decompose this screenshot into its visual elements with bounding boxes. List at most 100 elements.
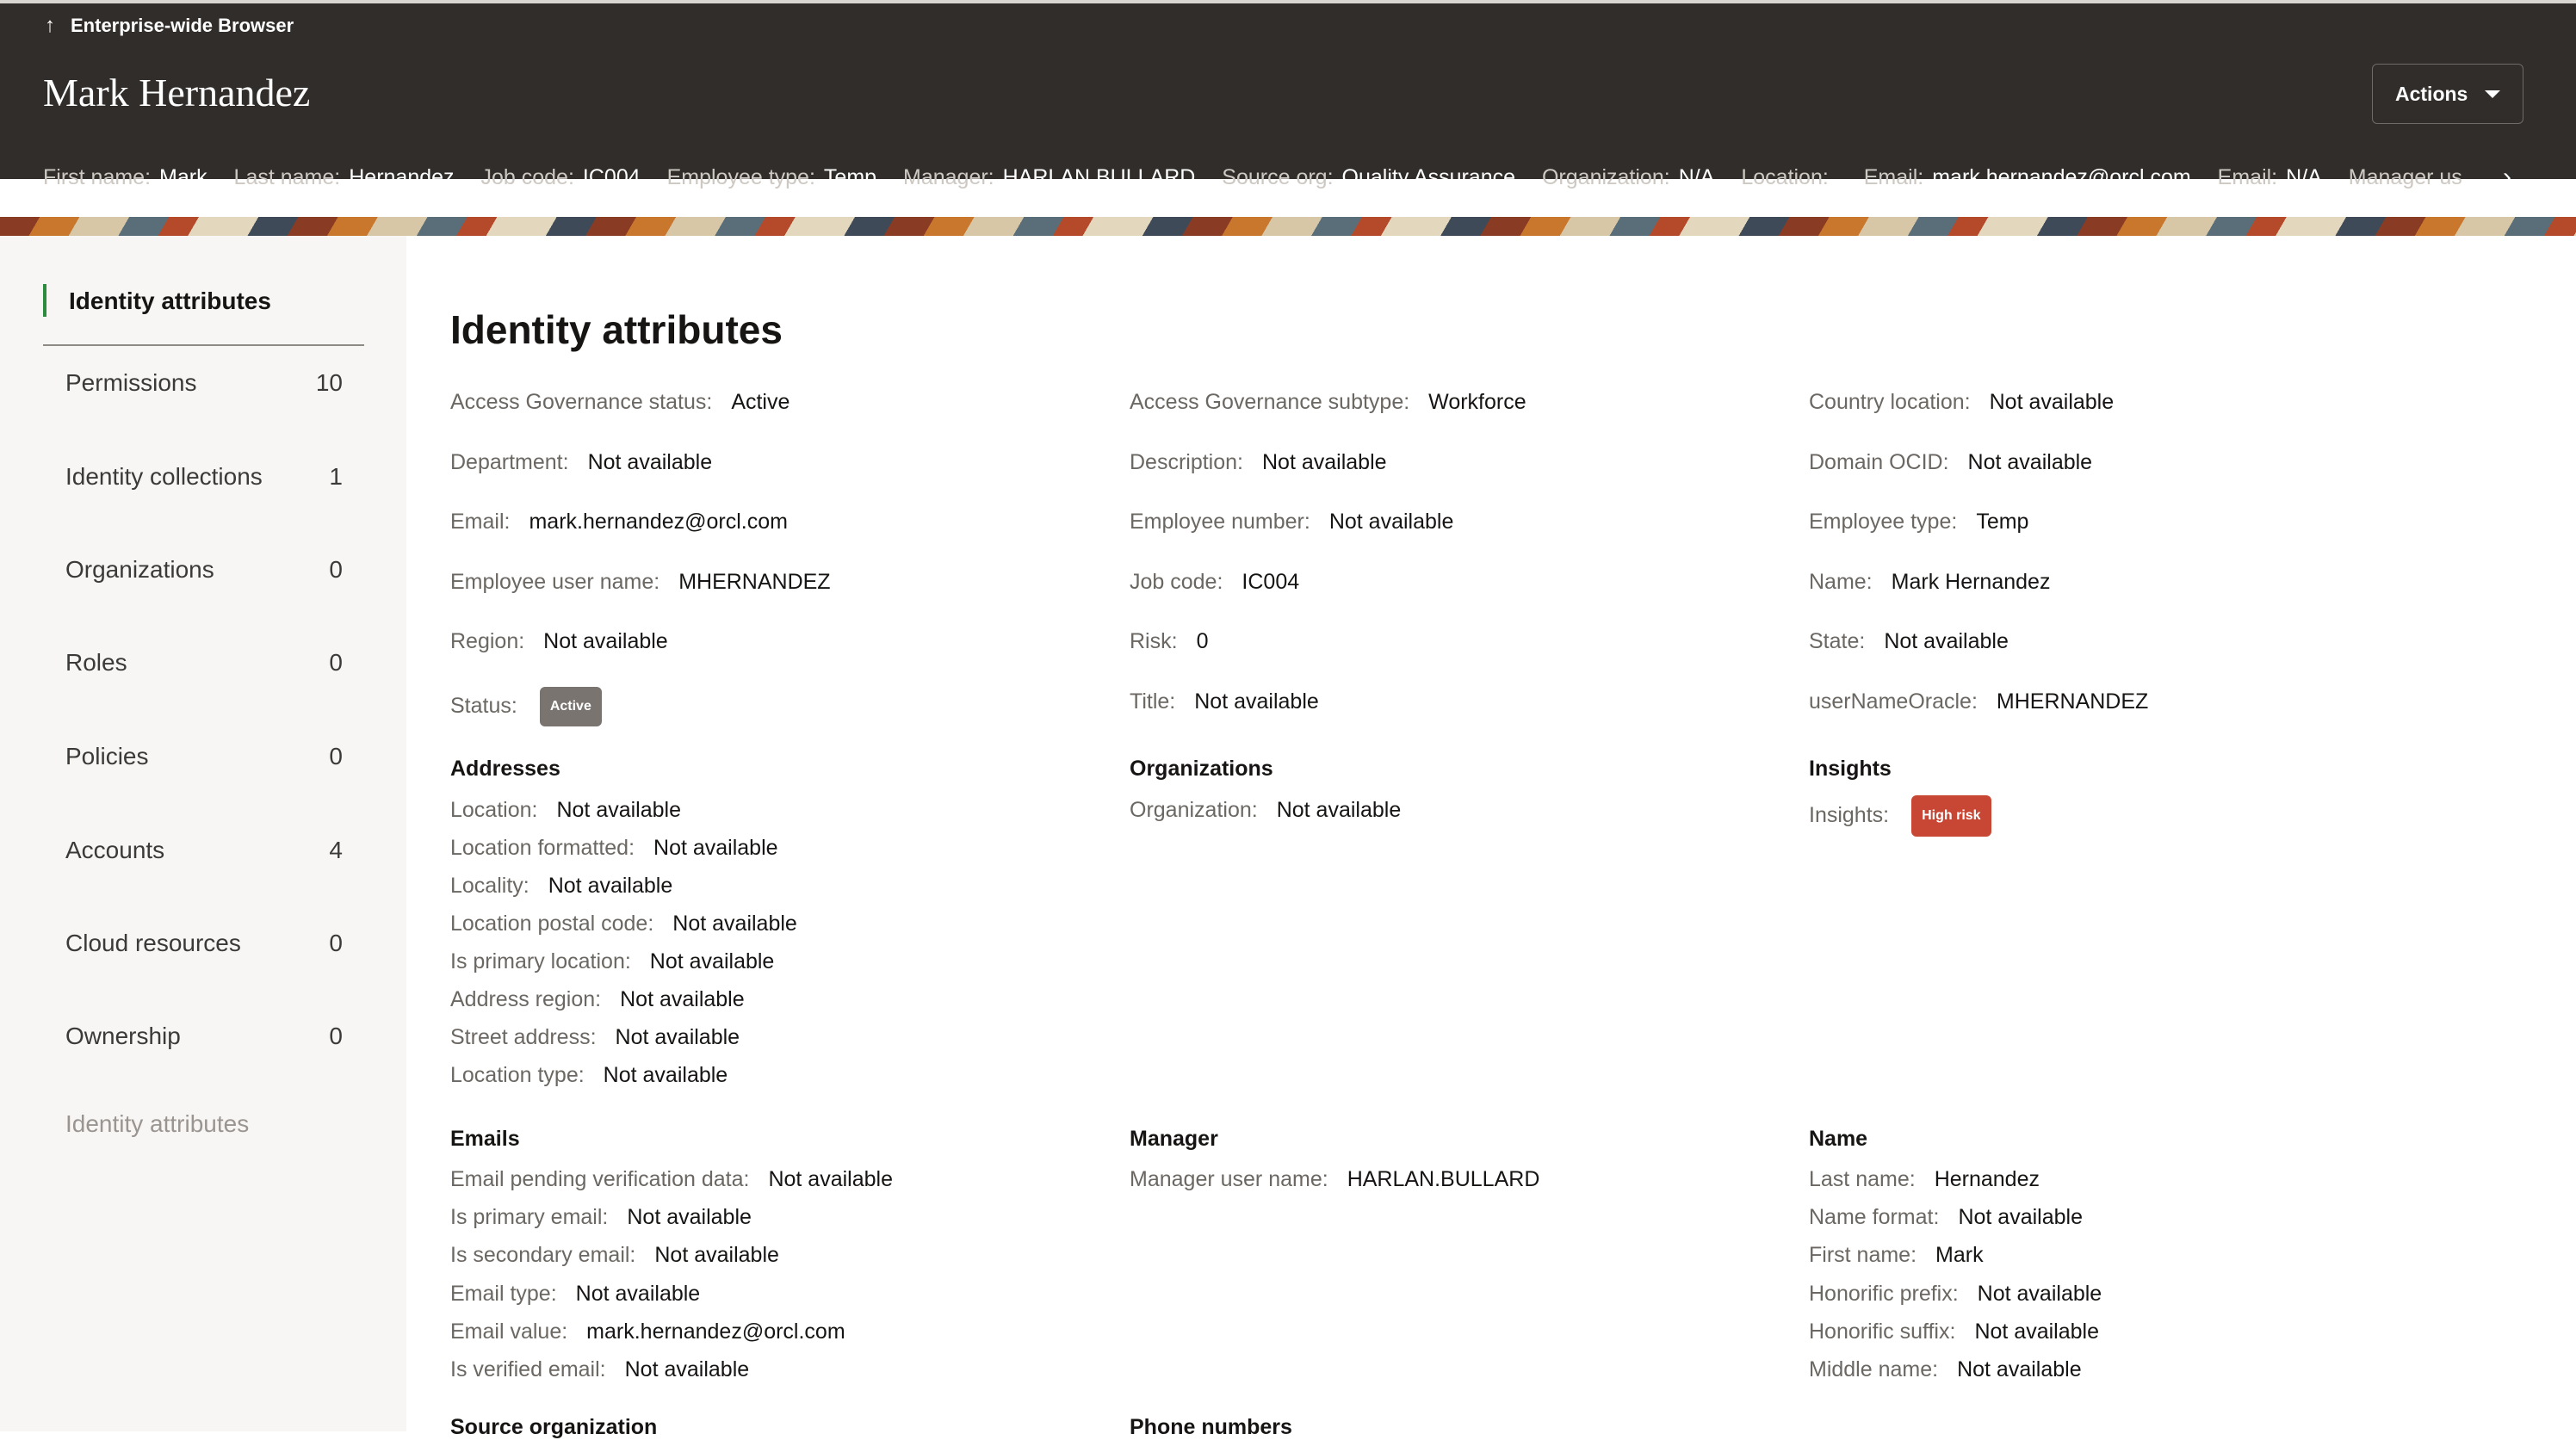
attr-value: Workforce — [1428, 390, 1526, 414]
attr-value: Not available — [603, 1063, 728, 1087]
attr-value: mark.hernandez@orcl.com — [586, 1319, 845, 1344]
email-row: Email value: mark.hernandez@orcl.com — [450, 1317, 845, 1346]
attr-value: Not available — [1974, 1319, 2099, 1344]
sidebar-item-label: Roles — [65, 649, 127, 676]
status-badge: Active — [539, 687, 602, 726]
attr-label: Insights: — [1809, 802, 1890, 827]
sidebar-item-count: 0 — [329, 743, 343, 769]
back-link[interactable]: ↑ Enterprise-wide Browser — [45, 12, 294, 40]
attr-label: Honorific suffix: — [1809, 1319, 1956, 1344]
sidebar-item-identity-attributes[interactable]: Identity attributes — [43, 281, 364, 346]
attr-label: Status: — [450, 693, 517, 718]
summary-label: Email: — [2217, 165, 2278, 189]
attr-name: Name: Mark Hernandez — [1809, 567, 2050, 596]
attr-value: Not available — [672, 912, 797, 936]
attr-value: Not available — [1967, 450, 2093, 474]
sidebar-item-permissions[interactable]: Permissions 10 — [43, 357, 364, 409]
attr-value: IC004 — [1242, 570, 1300, 594]
sidebar-item-cloud-resources[interactable]: Cloud resources 0 — [43, 918, 364, 969]
attr-domain-ocid: Domain OCID: Not available — [1809, 448, 2092, 477]
attr-email: Email: mark.hernandez@orcl.com — [450, 507, 788, 536]
sidebar-item-identity-attributes-link[interactable]: Identity attributes — [65, 1110, 249, 1138]
organization-row: Organization: Not available — [1130, 795, 1401, 825]
name-row: Honorific prefix: Not available — [1809, 1279, 2102, 1308]
attr-country-location: Country location: Not available — [1809, 387, 2114, 417]
attr-value: Not available — [1194, 689, 1319, 714]
page-header: ↑ Enterprise-wide Browser Mark Hernandez… — [0, 0, 2576, 191]
summary-value: Temp — [823, 165, 877, 189]
sidebar-item-label: Cloud resources — [65, 930, 241, 956]
sidebar-item-ownership[interactable]: Ownership 0 — [43, 1010, 364, 1062]
attr-value: Not available — [620, 987, 745, 1011]
attr-label: Employee number: — [1130, 510, 1310, 534]
attr-value: Not available — [1276, 798, 1402, 822]
sidebar-item-policies[interactable]: Policies 0 — [43, 731, 364, 782]
attr-label: Location: — [450, 798, 538, 822]
sidebar-item-roles[interactable]: Roles 0 — [43, 637, 364, 689]
attr-value: HARLAN.BULLARD — [1347, 1167, 1540, 1191]
summary-value: N/A — [2286, 165, 2322, 189]
summary-value: Hernandez — [349, 165, 455, 189]
attr-label: Address region: — [450, 987, 602, 1011]
attr-label: Email: — [450, 510, 511, 534]
attr-label: Region: — [450, 629, 525, 653]
attr-value: Not available — [653, 836, 778, 860]
attr-value: Not available — [1989, 390, 2115, 414]
attr-value: Not available — [1262, 450, 1387, 474]
sidebar-item-organizations[interactable]: Organizations 0 — [43, 544, 364, 596]
attr-label: Is secondary email: — [450, 1243, 636, 1267]
name-row: First name: Mark — [1809, 1240, 1984, 1270]
actions-button[interactable]: Actions — [2372, 64, 2523, 124]
attr-employee-type: Employee type: Temp — [1809, 507, 2028, 536]
attr-label: Email type: — [450, 1282, 557, 1306]
attr-label: Description: — [1130, 450, 1243, 474]
name-row: Honorific suffix: Not available — [1809, 1317, 2099, 1346]
chevron-right-icon[interactable]: › — [2493, 164, 2521, 191]
summary-label: Last name: — [233, 165, 341, 189]
addresses-heading: Addresses — [450, 757, 560, 781]
sidebar-item-count: 4 — [329, 837, 343, 863]
attr-label: Email pending verification data: — [450, 1167, 750, 1191]
decorative-banner — [0, 217, 2576, 236]
attr-label: Name: — [1809, 570, 1873, 594]
attr-value: Hernandez — [1934, 1167, 2040, 1191]
attr-label: Street address: — [450, 1025, 597, 1049]
sidebar-item-label: Accounts — [65, 837, 165, 863]
attr-label: Location postal code: — [450, 912, 654, 936]
attr-department: Department: Not available — [450, 448, 712, 477]
attr-label: State: — [1809, 629, 1866, 653]
attr-value: Not available — [649, 949, 775, 973]
risk-badge: High risk — [1911, 795, 1991, 837]
attr-label: Employee user name: — [450, 570, 660, 594]
attr-label: Access Governance status: — [450, 390, 713, 414]
summary-item: Manager us — [2349, 162, 2471, 193]
summary-item: Location: — [1741, 162, 1836, 193]
summary-item: Email: N/A — [2218, 162, 2322, 193]
attr-title: Title: Not available — [1130, 687, 1319, 716]
attr-label: Access Governance subtype: — [1130, 390, 1410, 414]
sidebar-item-count: 10 — [315, 369, 343, 396]
attr-status: Status: Active — [450, 687, 602, 726]
summary-label: Organization: — [1541, 165, 1670, 189]
sidebar-item-count: 0 — [329, 556, 343, 583]
summary-item: Manager: HARLAN.BULLARD — [903, 162, 1195, 193]
source-organization-heading: Source organization — [450, 1415, 658, 1439]
email-row: Is primary email: Not available — [450, 1202, 752, 1232]
attr-employee-user-name: Employee user name: MHERNANDEZ — [450, 567, 831, 596]
sidebar-item-identity-collections[interactable]: Identity collections 1 — [43, 451, 364, 503]
attr-value: MHERNANDEZ — [678, 570, 831, 594]
attr-label: Location type: — [450, 1063, 585, 1087]
attr-employee-number: Employee number: Not available — [1130, 507, 1453, 536]
attr-label: Name format: — [1809, 1205, 1940, 1229]
attr-value: Not available — [654, 1243, 779, 1267]
sidebar-item-accounts[interactable]: Accounts 4 — [43, 825, 364, 876]
name-row: Middle name: Not available — [1809, 1355, 2082, 1384]
attr-value: Not available — [1957, 1357, 2082, 1381]
summary-value: Mark — [159, 165, 207, 189]
attr-label: Job code: — [1130, 570, 1223, 594]
email-row: Is secondary email: Not available — [450, 1240, 779, 1270]
attr-label: Risk: — [1130, 629, 1178, 653]
attr-value: Mark Hernandez — [1891, 570, 2051, 594]
attr-label: Is primary email: — [450, 1205, 609, 1229]
summary-item: Employee type: Temp — [667, 162, 876, 193]
